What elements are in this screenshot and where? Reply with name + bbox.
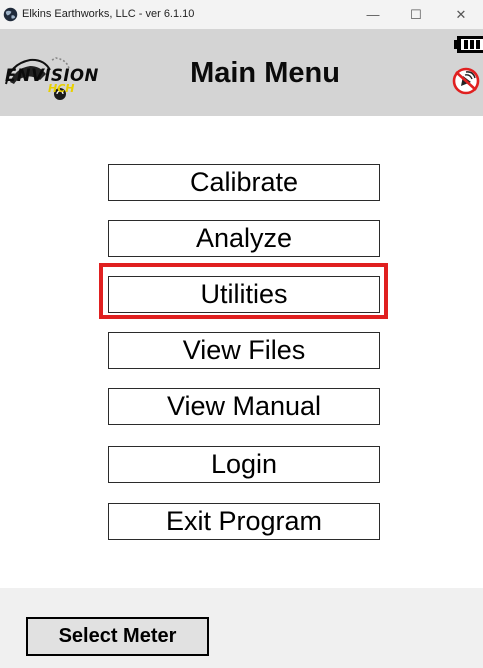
select-meter-button[interactable]: Select Meter	[26, 617, 209, 656]
header-band: ENVISION HCH Main Menu	[0, 29, 483, 116]
close-button[interactable]: ✕	[439, 0, 483, 29]
maximize-button[interactable]: ☐	[396, 0, 436, 29]
window-title: Elkins Earthworks, LLC - ver 6.1.10	[22, 8, 195, 20]
login-button[interactable]: Login	[108, 446, 380, 483]
battery-icon	[454, 36, 483, 53]
logo-subtext: HCH	[48, 82, 75, 95]
globe-app-icon	[3, 7, 18, 22]
exit-program-button[interactable]: Exit Program	[108, 503, 380, 540]
gps-disconnected-icon	[452, 67, 480, 95]
calibrate-button[interactable]: Calibrate	[108, 164, 380, 201]
analyze-button[interactable]: Analyze	[108, 220, 380, 257]
minimize-button[interactable]: —	[353, 0, 393, 29]
view-manual-button[interactable]: View Manual	[108, 388, 380, 425]
view-files-button[interactable]: View Files	[108, 332, 380, 369]
utilities-button[interactable]: Utilities	[108, 276, 380, 313]
page-title: Main Menu	[190, 57, 340, 89]
window-titlebar: Elkins Earthworks, LLC - ver 6.1.10 — ☐ …	[0, 0, 483, 29]
